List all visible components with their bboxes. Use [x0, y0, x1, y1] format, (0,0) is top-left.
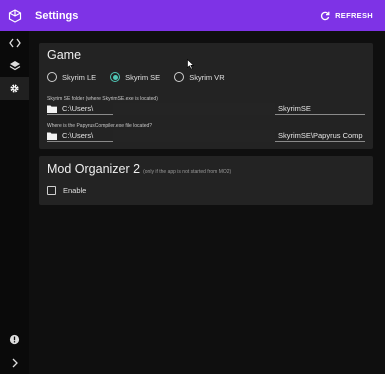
app-window: Settings REFRESH Game Skyrim LE Skyrim S… [0, 0, 385, 374]
compiler-label: Where is the PapyrusCompiler.exe file lo… [47, 123, 153, 129]
folder-icon[interactable] [47, 132, 57, 140]
mo2-title-text: Mod Organizer 2 [47, 162, 141, 176]
mo2-section-title: Mod Organizer 2 (only if the app is not s… [47, 162, 231, 176]
game-radio-group: Skyrim LE Skyrim SE Skyrim VR [47, 72, 225, 82]
checkbox-label: Enable [63, 186, 87, 195]
radio-dot[interactable] [174, 72, 185, 82]
mo2-card: Mod Organizer 2 (only if the app is not s… [39, 156, 373, 205]
folder-icon[interactable] [47, 105, 57, 113]
rail-item-code[interactable] [0, 31, 29, 54]
rail-item-settings[interactable] [0, 77, 29, 100]
mouse-cursor-icon [187, 59, 195, 70]
game-folder-value[interactable]: C:\Users\ [62, 104, 93, 113]
page-title: Settings [35, 9, 79, 22]
app-logo [0, 0, 29, 31]
chevron-right-icon [12, 358, 18, 367]
radio-dot[interactable] [47, 72, 57, 82]
compiler-value[interactable]: C:\Users\ [62, 131, 93, 140]
gear-icon [10, 84, 19, 93]
radio-skyrim-vr[interactable]: Skyrim VR [174, 72, 225, 82]
game-section-title: Game [47, 48, 82, 62]
radio-label: Skyrim SE [125, 72, 161, 82]
radio-skyrim-le[interactable]: Skyrim LE [47, 72, 96, 82]
alert-icon [9, 334, 20, 345]
redacted-region [113, 130, 275, 142]
redacted-region [113, 103, 275, 115]
compiler-field[interactable]: C:\Users\ SkyrimSE\Papyrus Comp [47, 130, 365, 142]
radio-label: Skyrim VR [189, 72, 225, 82]
cube-icon [8, 8, 21, 23]
radio-dot[interactable] [110, 72, 121, 82]
radio-skyrim-se[interactable]: Skyrim SE [110, 72, 160, 82]
rail-item-layers[interactable] [0, 54, 29, 77]
main-content: Game Skyrim LE Skyrim SE Skyrim VR Skyri… [29, 31, 385, 374]
game-folder-value-end[interactable]: SkyrimSE [278, 104, 311, 113]
checkbox-box[interactable] [47, 186, 56, 195]
game-folder-label: Skyrim SE folder (where SkyrimSE.exe is … [47, 96, 158, 102]
compiler-value-end[interactable]: SkyrimSE\Papyrus Comp [278, 131, 363, 140]
mo2-note: (only if the app is not started from MO2… [143, 169, 232, 175]
mo2-enable-checkbox[interactable]: Enable [47, 186, 86, 195]
game-folder-field[interactable]: C:\Users\ SkyrimSE [47, 103, 365, 115]
header-bar: Settings REFRESH [29, 0, 385, 31]
rail-bottom [0, 328, 29, 374]
rail-item-alert[interactable] [0, 328, 29, 351]
layers-icon [9, 60, 20, 70]
side-rail [0, 0, 29, 374]
game-card: Game Skyrim LE Skyrim SE Skyrim VR Skyri… [39, 43, 373, 149]
refresh-label: REFRESH [335, 11, 373, 20]
refresh-button[interactable]: REFRESH [320, 11, 373, 21]
rail-item-expand[interactable] [0, 351, 29, 374]
refresh-icon [320, 11, 330, 20]
code-icon [8, 38, 21, 47]
radio-label: Skyrim LE [62, 72, 97, 82]
